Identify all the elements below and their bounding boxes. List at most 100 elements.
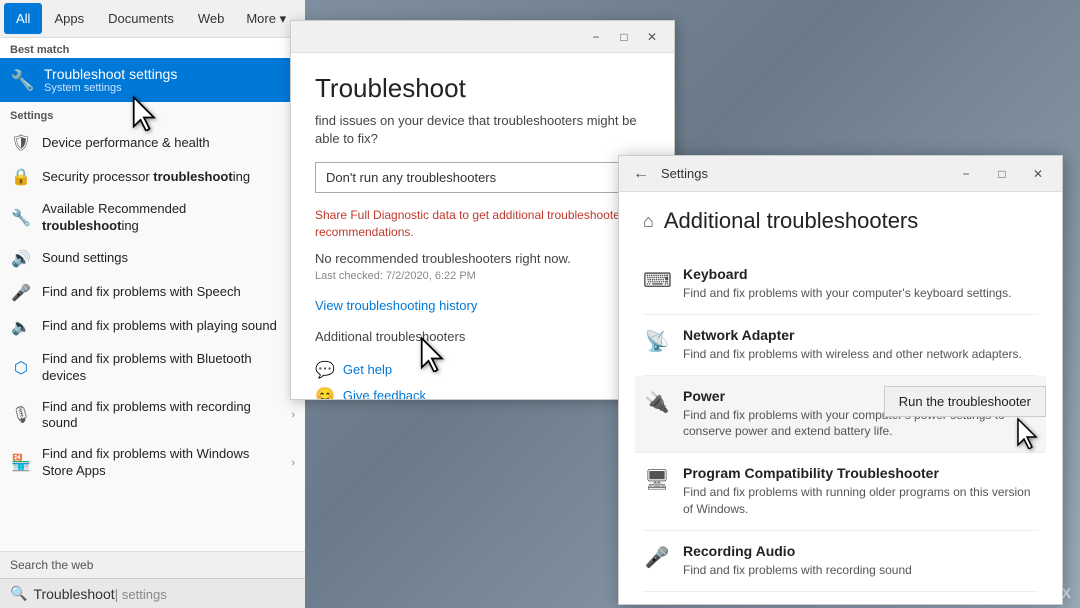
speaker-icon: 🔊 [10, 249, 32, 269]
search-text: Troubleshoot [33, 586, 114, 602]
search-cursor: | [115, 586, 119, 602]
search-bottom-icon: 🔍 [10, 585, 27, 602]
keyboard-name: Keyboard [683, 266, 1038, 282]
window-content: Troubleshoot find issues on your device … [291, 53, 674, 399]
search-bottom-input[interactable]: Troubleshoot| settings [33, 586, 295, 602]
get-help-label: Get help [343, 362, 392, 377]
settings-section: Settings 🛡 Device performance & health ›… [0, 102, 305, 551]
tab-web[interactable]: Web [186, 3, 237, 34]
microphone-icon: 🎤 [10, 283, 32, 303]
menu-device-performance[interactable]: 🛡 Device performance & health › [0, 126, 305, 160]
search-tabs: All Apps Documents Web More ▾ [0, 0, 305, 38]
menu-security-text: Security processor troubleshooting [42, 169, 281, 186]
menu-store-apps[interactable]: 🏪 Find and fix problems with Windows Sto… [0, 439, 305, 487]
chevron-right-icon-9: › [291, 457, 295, 469]
troubleshooter-compatibility: 🖥 Program Compatibility Troubleshooter F… [643, 453, 1038, 531]
recording-audio-icon: 🎤 [643, 545, 671, 570]
troubleshooter-dropdown[interactable]: Don't run any troubleshooters ▼ [315, 162, 650, 193]
help-feedback-section: 💬 Get help 😊 Give feedback [315, 360, 650, 399]
menu-sound-text: Sound settings [42, 250, 281, 267]
window-titlebar: − □ ✕ [291, 21, 674, 53]
additional-troubleshooters-window: ← Settings − □ ✕ ⌂ Additional troublesho… [618, 155, 1063, 605]
menu-store-text: Find and fix problems with Windows Store… [42, 446, 281, 480]
network-desc: Find and fix problems with wireless and … [683, 346, 1038, 363]
menu-device-text: Device performance & health [42, 135, 281, 152]
share-diagnostic-text: Share Full Diagnostic data to get additi… [315, 207, 650, 241]
view-history-link[interactable]: View troubleshooting history [315, 298, 650, 313]
compatibility-name: Program Compatibility Troubleshooter [683, 465, 1038, 481]
recording-desc: Find and fix problems with recording sou… [683, 562, 1038, 579]
start-menu: All Apps Documents Web More ▾ Best match… [0, 0, 305, 608]
tab-all[interactable]: All [4, 3, 42, 34]
best-match-item[interactable]: 🔧 Troubleshoot settings System settings [0, 58, 305, 102]
minimize-button[interactable]: − [582, 26, 610, 48]
help-icon: 💬 [315, 360, 335, 380]
menu-speech-text: Find and fix problems with Speech [42, 284, 281, 301]
additional-troubleshooters-link[interactable]: Additional troubleshooters [315, 329, 650, 344]
troubleshooter-recording: 🎤 Recording Audio Find and fix problems … [643, 531, 1038, 592]
window-subtitle: find issues on your device that troubles… [315, 112, 650, 148]
keyboard-desc: Find and fix problems with your computer… [683, 285, 1038, 302]
search-web-section: Search the web [0, 551, 305, 578]
additional-title: Additional troubleshooters [664, 208, 918, 234]
recording-name: Recording Audio [683, 543, 1038, 559]
best-match-title: Troubleshoot settings [44, 66, 177, 82]
titlebar-title: Settings [661, 166, 944, 181]
search-suffix: settings [118, 587, 166, 602]
wrench-icon: 🔧 [10, 208, 32, 228]
menu-speech[interactable]: 🎤 Find and fix problems with Speech › [0, 276, 305, 310]
tab-apps[interactable]: Apps [42, 3, 96, 34]
settings-label: Settings [0, 102, 305, 126]
minimize-button-2[interactable]: − [952, 163, 980, 185]
tab-more[interactable]: More ▾ [236, 3, 296, 35]
network-icon: 📡 [643, 329, 671, 354]
last-checked-text: Last checked: 7/2/2020, 6:22 PM [315, 270, 650, 282]
keyboard-icon: ⌨ [643, 268, 671, 293]
troubleshooter-keyboard: ⌨ Keyboard Find and fix problems with yo… [643, 254, 1038, 315]
maximize-button[interactable]: □ [610, 26, 638, 48]
recording-icon: 🎙 [10, 405, 32, 425]
troubleshooter-search: 🔍 Search and Indexing [643, 592, 1038, 604]
tab-documents[interactable]: Documents [96, 3, 186, 34]
menu-playing-text: Find and fix problems with playing sound [42, 318, 281, 335]
give-feedback-label: Give feedback [343, 388, 426, 399]
close-button-2[interactable]: ✕ [1024, 163, 1052, 185]
best-match-section: Best match 🔧 Troubleshoot settings Syste… [0, 38, 305, 102]
additional-header: ⌂ Additional troubleshooters [643, 208, 1038, 234]
additional-content: ⌂ Additional troubleshooters ⌨ Keyboard … [619, 192, 1062, 604]
network-name: Network Adapter [683, 327, 1038, 343]
best-match-subtitle: System settings [44, 82, 177, 94]
power-icon: 🔌 [643, 390, 671, 415]
home-icon: ⌂ [643, 211, 654, 232]
search-bottom-bar: 🔍 Troubleshoot| settings [0, 578, 305, 608]
search-web-label: Search the web [10, 558, 93, 572]
no-recommended-text: No recommended troubleshooters right now… [315, 251, 650, 266]
speaker-low-icon: 🔈 [10, 317, 32, 337]
best-match-label: Best match [0, 38, 305, 58]
search-web-item: Search the web [0, 552, 305, 578]
maximize-button-2[interactable]: □ [988, 163, 1016, 185]
best-match-title-main: Troubleshoot settings [44, 66, 177, 82]
menu-security-processor[interactable]: 🔒 Security processor troubleshooting › [0, 160, 305, 194]
close-button[interactable]: ✕ [638, 26, 666, 48]
menu-playing-sound[interactable]: 🔈 Find and fix problems with playing sou… [0, 310, 305, 344]
back-button[interactable]: ← [629, 163, 653, 185]
troubleshooter-power: 🔌 Power Find and fix problems with your … [635, 376, 1046, 454]
additional-titlebar: ← Settings − □ ✕ [619, 156, 1062, 192]
feedback-icon: 😊 [315, 386, 335, 399]
menu-recording[interactable]: 🎙 Find and fix problems with recording s… [0, 392, 305, 440]
give-feedback-button[interactable]: 😊 Give feedback [315, 386, 650, 399]
shield-icon: 🛡 [10, 133, 32, 153]
lock-icon: 🔒 [10, 167, 32, 187]
menu-sound-settings[interactable]: 🔊 Sound settings › [0, 242, 305, 276]
chevron-right-icon-8: › [291, 409, 295, 421]
bluetooth-icon: ⬡ [10, 358, 32, 378]
compatibility-icon: 🖥 [643, 467, 671, 492]
menu-bluetooth[interactable]: ⬡ Find and fix problems with Bluetooth d… [0, 344, 305, 392]
dropdown-value: Don't run any troubleshooters [326, 170, 496, 185]
run-troubleshooter-button[interactable]: Run the troubleshooter [884, 386, 1046, 417]
menu-available-text: Available Recommended troubleshooting [42, 201, 281, 235]
get-help-button[interactable]: 💬 Get help [315, 360, 650, 380]
menu-available-recommended[interactable]: 🔧 Available Recommended troubleshooting … [0, 194, 305, 242]
compatibility-desc: Find and fix problems with running older… [683, 484, 1038, 518]
